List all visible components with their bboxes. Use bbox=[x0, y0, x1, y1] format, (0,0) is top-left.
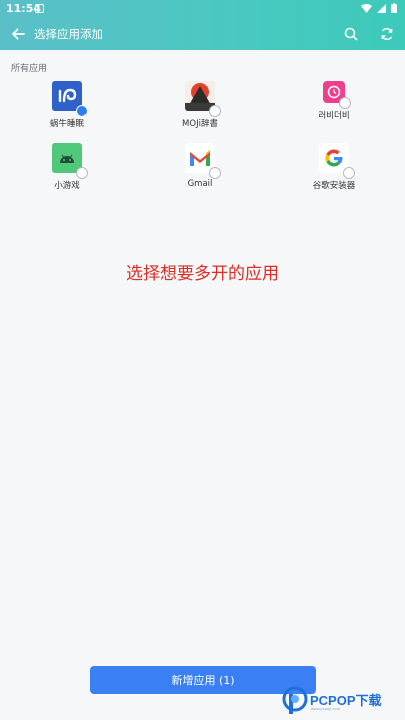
app-item-snail-sleep[interactable]: 蜗牛睡眠 bbox=[12, 81, 122, 129]
unselected-check-icon[interactable] bbox=[209, 167, 221, 179]
app-item-mini-game[interactable]: 小游戏 bbox=[12, 143, 122, 191]
selected-check-icon[interactable] bbox=[76, 105, 88, 120]
app-label: 러비더비 bbox=[318, 111, 350, 121]
page-title: 选择应用添加 bbox=[34, 27, 103, 41]
app-label: 小游戏 bbox=[54, 181, 80, 191]
back-arrow-icon[interactable] bbox=[8, 24, 28, 44]
notification-icon bbox=[35, 4, 44, 13]
app-label: 蜗牛睡眠 bbox=[49, 119, 84, 129]
app-item-lovey-dovey[interactable]: 러비더비 bbox=[279, 81, 389, 121]
app-label: 谷歌安装器 bbox=[312, 181, 356, 191]
unselected-check-icon[interactable] bbox=[343, 167, 355, 179]
app-label: MOJi辞書 bbox=[182, 119, 218, 129]
unselected-check-icon[interactable] bbox=[339, 97, 351, 109]
battery-icon bbox=[391, 3, 397, 13]
watermark: PCPOP下载 www.pcpop.com bbox=[282, 686, 402, 718]
app-label: Gmail bbox=[187, 179, 213, 189]
unselected-check-icon[interactable] bbox=[209, 105, 221, 117]
section-label: 所有应用 bbox=[11, 64, 48, 74]
status-bar: 11:54 bbox=[0, 0, 405, 18]
app-header: 11:54 选择应用添加 bbox=[0, 0, 405, 50]
wifi-icon bbox=[361, 3, 372, 13]
refresh-icon[interactable] bbox=[378, 25, 396, 43]
status-indicators bbox=[361, 3, 397, 13]
hint-message: 选择想要多开的应用 bbox=[126, 264, 279, 284]
search-icon[interactable] bbox=[342, 25, 360, 43]
pcpop-logo-icon bbox=[282, 686, 308, 714]
app-item-moji[interactable]: MOJi辞書 bbox=[145, 81, 255, 129]
add-app-button-label: 新增应用 (1) bbox=[171, 674, 235, 687]
app-item-gmail[interactable]: Gmail bbox=[145, 143, 255, 189]
watermark-subtext: www.pcpop.com bbox=[311, 706, 341, 711]
app-item-google-installer[interactable]: 谷歌安装器 bbox=[279, 143, 389, 191]
app-bar: 选择应用添加 bbox=[0, 20, 405, 48]
signal-icon bbox=[377, 3, 386, 13]
unselected-check-icon[interactable] bbox=[76, 167, 88, 179]
